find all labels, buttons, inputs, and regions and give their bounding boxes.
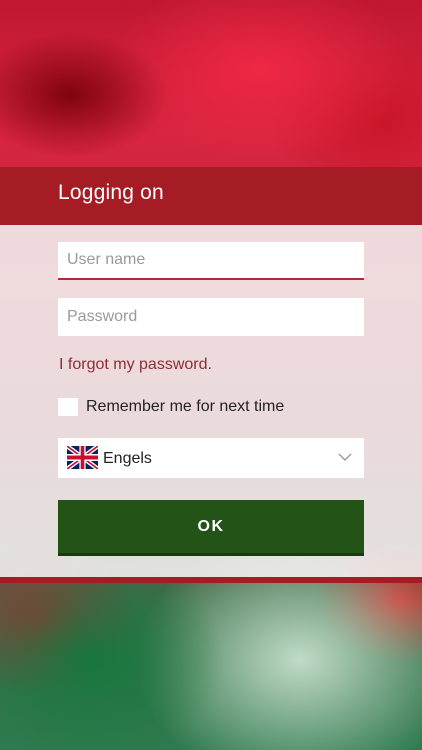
remember-me-label: Remember me for next time <box>86 398 285 415</box>
password-input[interactable] <box>58 298 364 336</box>
header-bar: Logging on <box>0 167 422 225</box>
chevron-down-icon <box>338 453 352 461</box>
forgot-password-link[interactable]: I forgot my password. <box>59 356 212 374</box>
panel-bottom-border <box>0 577 422 583</box>
page-title: Logging on <box>58 181 164 204</box>
ok-button[interactable]: OK <box>58 500 364 556</box>
language-select[interactable]: Engels <box>58 438 364 478</box>
language-label: Engels <box>103 450 152 467</box>
username-input[interactable] <box>58 242 364 280</box>
remember-me-checkbox[interactable] <box>58 398 78 416</box>
uk-flag-icon <box>67 446 98 469</box>
